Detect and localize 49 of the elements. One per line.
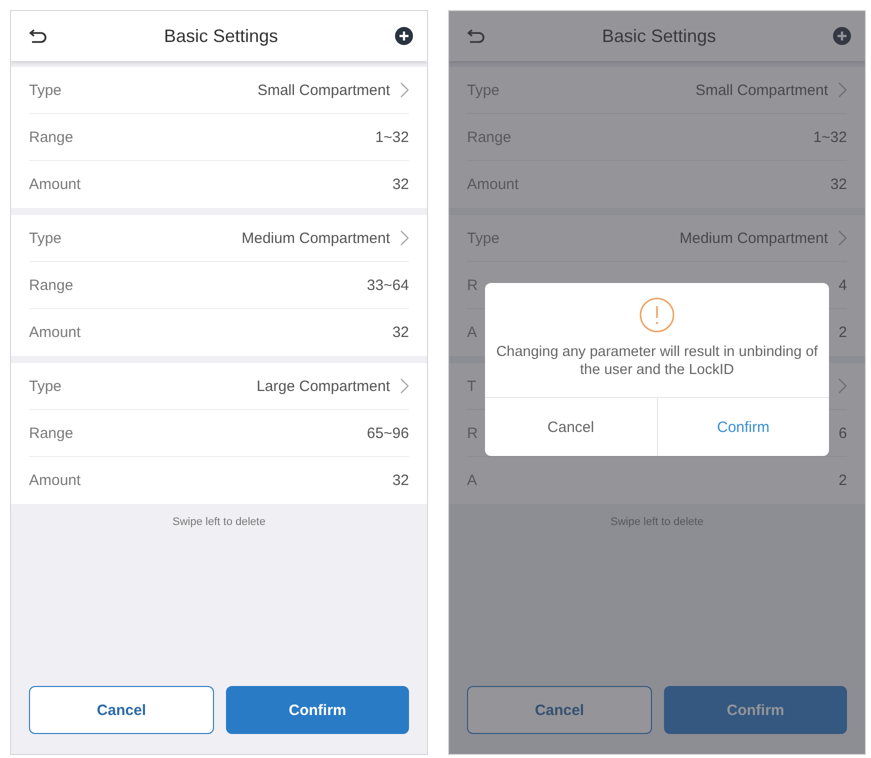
row-value: 32 — [392, 472, 409, 489]
row-value: 1~32 — [813, 128, 847, 146]
row-label: Range — [467, 128, 512, 146]
dialog-message: Changing any parameter will result in unbinding of the user and the LockID — [495, 343, 819, 380]
row-label: A — [467, 324, 478, 341]
row-label: A — [467, 472, 478, 489]
confirm-button[interactable]: Confirm — [664, 686, 847, 734]
row-value: 32 — [392, 176, 409, 193]
warning-icon — [639, 297, 675, 333]
row-value: 4 — [838, 276, 847, 294]
confirm-button[interactable]: Confirm — [226, 686, 409, 734]
row-value: 2 — [838, 324, 847, 341]
row-value: 32 — [830, 176, 847, 193]
row-value: Small Compartment — [257, 82, 390, 98]
hint-text: Swipe left to delete — [610, 516, 704, 528]
row-label: Range — [29, 128, 74, 146]
row-label: T — [467, 378, 476, 394]
cancel-button[interactable]: Cancel — [29, 686, 214, 734]
hint-text: Swipe left to delete — [172, 516, 266, 528]
row-value: 2 — [838, 472, 847, 489]
cancel-button[interactable]: Cancel — [485, 398, 656, 456]
row-label: Amount — [29, 472, 81, 489]
row-value: Large Compartment — [256, 378, 390, 394]
row-value: 65~96 — [366, 424, 409, 442]
row-label: Type — [29, 230, 62, 246]
add-icon[interactable] — [395, 27, 413, 45]
row-value: 32 — [392, 324, 409, 341]
row-label: Type — [467, 82, 500, 98]
back-icon[interactable] — [29, 29, 47, 43]
row-label: Range — [29, 276, 74, 294]
row-label: Amount — [467, 176, 519, 193]
row-value: 1~32 — [375, 128, 409, 146]
row-label: Amount — [29, 176, 81, 193]
row-label: Type — [467, 230, 500, 246]
row-label: R — [467, 424, 478, 442]
row-label: Range — [29, 424, 74, 442]
screen-title: Basic Settings — [164, 26, 278, 46]
row-value: 33~64 — [366, 276, 409, 294]
row-value: Small Compartment — [695, 82, 828, 98]
screen-title: Basic Settings — [602, 26, 716, 46]
row-value: Medium Compartment — [680, 230, 828, 246]
row-label: R — [467, 276, 478, 294]
row-value: 6 — [838, 424, 847, 442]
row-label: Type — [29, 82, 62, 98]
row-label: Type — [29, 378, 62, 394]
confirm-button[interactable]: Confirm — [656, 398, 829, 456]
row-value: Medium Compartment — [242, 230, 390, 246]
row-label: Amount — [29, 324, 81, 341]
cancel-button[interactable]: Cancel — [467, 686, 652, 734]
